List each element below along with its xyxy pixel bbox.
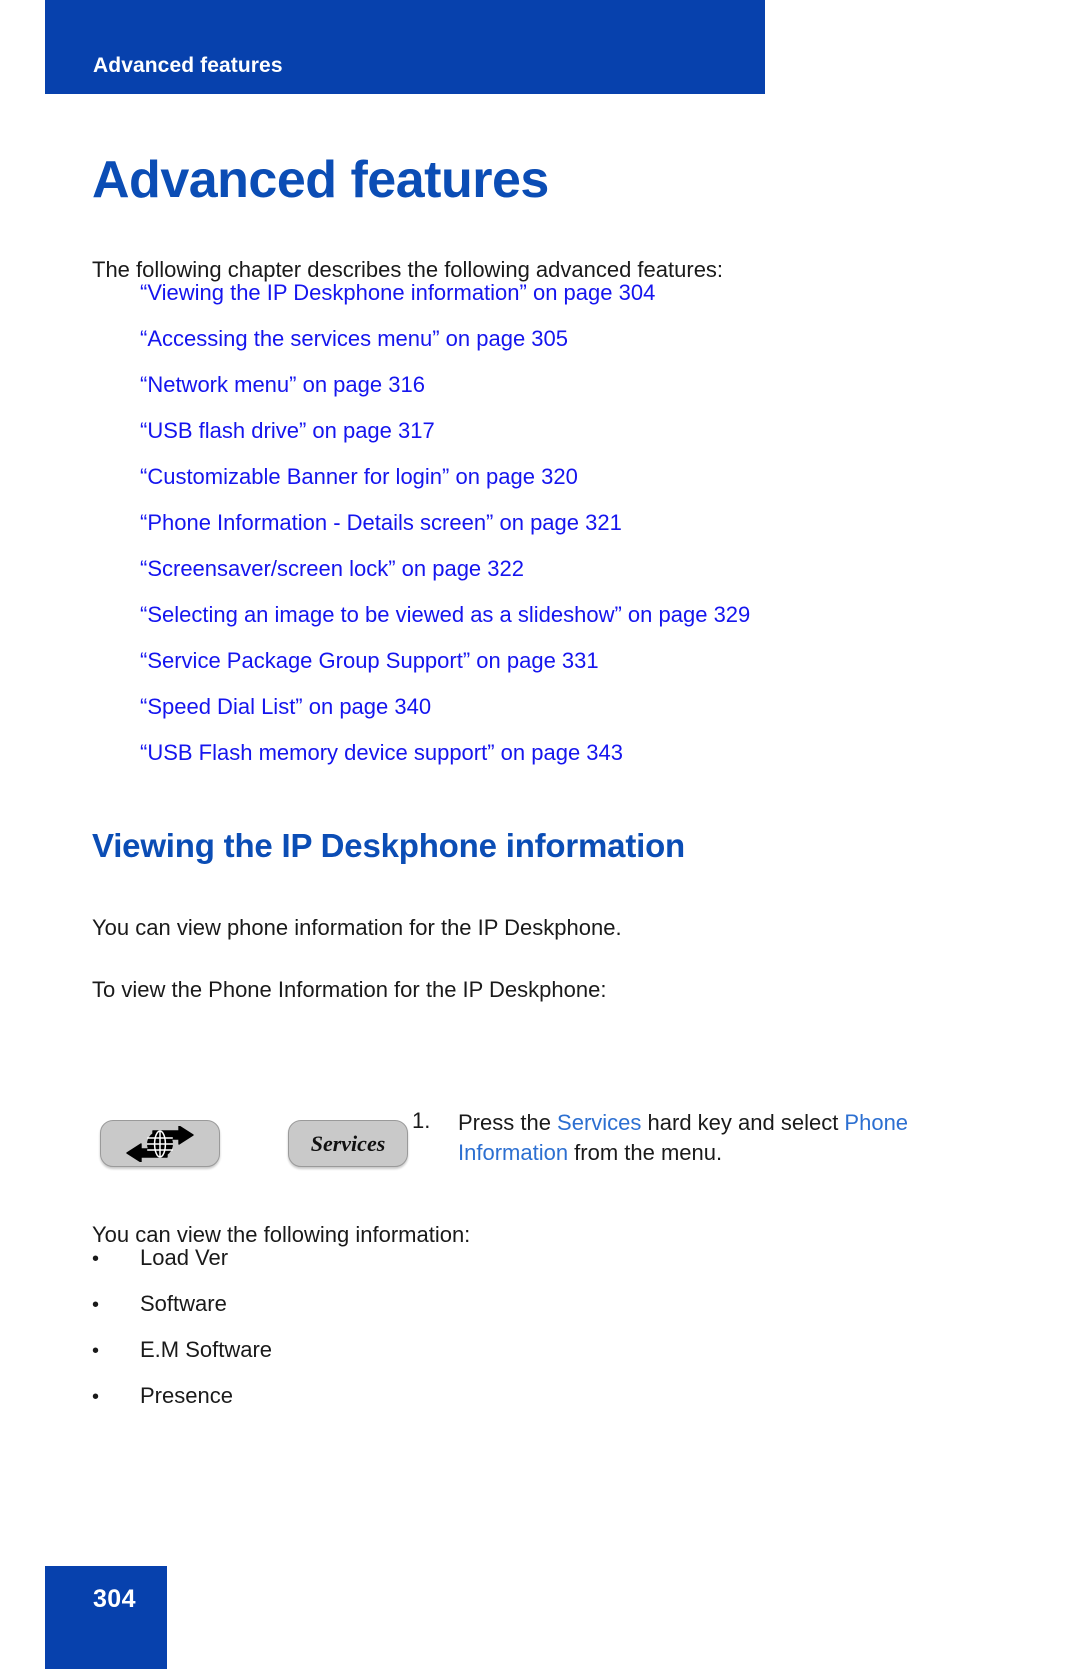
bullet-icon: • xyxy=(92,1248,100,1270)
page-number: 304 xyxy=(93,1585,136,1613)
running-header-bar: Advanced features xyxy=(45,0,765,94)
paragraph-to-view-phone-information: To view the Phone Information for the IP… xyxy=(92,977,607,1002)
services-hard-key[interactable]: Services xyxy=(288,1120,408,1167)
paragraph-view-phone-information: You can view phone information for the I… xyxy=(92,915,622,940)
xref-link[interactable]: “Viewing the IP Deskphone information” o… xyxy=(140,282,1020,304)
xref-link[interactable]: “Accessing the services menu” on page 30… xyxy=(140,328,1020,350)
list-item: • Software xyxy=(92,1291,792,1337)
list-item: • Load Ver xyxy=(92,1245,792,1291)
list-item: • E.M Software xyxy=(92,1337,792,1383)
xref-link[interactable]: “Phone Information - Details screen” on … xyxy=(140,512,1020,534)
running-header-text: Advanced features xyxy=(93,54,283,77)
cross-reference-list: “Viewing the IP Deskphone information” o… xyxy=(140,282,1020,788)
list-item-label: Load Ver xyxy=(140,1245,229,1270)
step-text-segment-1: Press the xyxy=(458,1110,558,1135)
procedure-step-block: Services 1. Press the Services hard key … xyxy=(100,1108,1000,1198)
bullet-icon: • xyxy=(92,1294,100,1316)
section-heading: Viewing the IP Deskphone information xyxy=(92,827,686,865)
xref-link[interactable]: “Speed Dial List” on page 340 xyxy=(140,696,1020,718)
chapter-title: Advanced features xyxy=(92,150,549,209)
list-item: • Presence xyxy=(92,1383,792,1429)
xref-link[interactable]: “Screensaver/screen lock” on page 322 xyxy=(140,558,1020,580)
step-text-segment-3: from the menu. xyxy=(568,1139,723,1165)
xref-link[interactable]: “Network menu” on page 316 xyxy=(140,374,1020,396)
step-instruction-text: Press the Services hard key and select P… xyxy=(458,1108,998,1168)
xref-link[interactable]: “USB Flash memory device support” on pag… xyxy=(140,742,1020,764)
list-item-label: Software xyxy=(140,1291,227,1316)
xref-link[interactable]: “Selecting an image to be viewed as a sl… xyxy=(140,604,1020,626)
step-text-segment-2: hard key and select xyxy=(641,1110,845,1135)
step-term-services: Services xyxy=(557,1110,642,1135)
bullet-icon: • xyxy=(92,1386,100,1408)
page-number-box: 304 xyxy=(45,1566,167,1669)
step-number: 1. xyxy=(412,1108,431,1133)
globe-arrows-icon xyxy=(123,1124,197,1163)
information-items-list: • Load Ver • Software • E.M Software • P… xyxy=(92,1245,792,1429)
services-key-label: Services xyxy=(310,1130,386,1156)
xref-link[interactable]: “USB flash drive” on page 317 xyxy=(140,420,1020,442)
xref-link[interactable]: “Service Package Group Support” on page … xyxy=(140,650,1020,672)
xref-link[interactable]: “Customizable Banner for login” on page … xyxy=(140,466,1020,488)
bullet-icon: • xyxy=(92,1340,100,1362)
list-item-label: E.M Software xyxy=(140,1337,273,1362)
globe-network-hard-key[interactable] xyxy=(100,1120,220,1167)
list-item-label: Presence xyxy=(140,1383,233,1408)
